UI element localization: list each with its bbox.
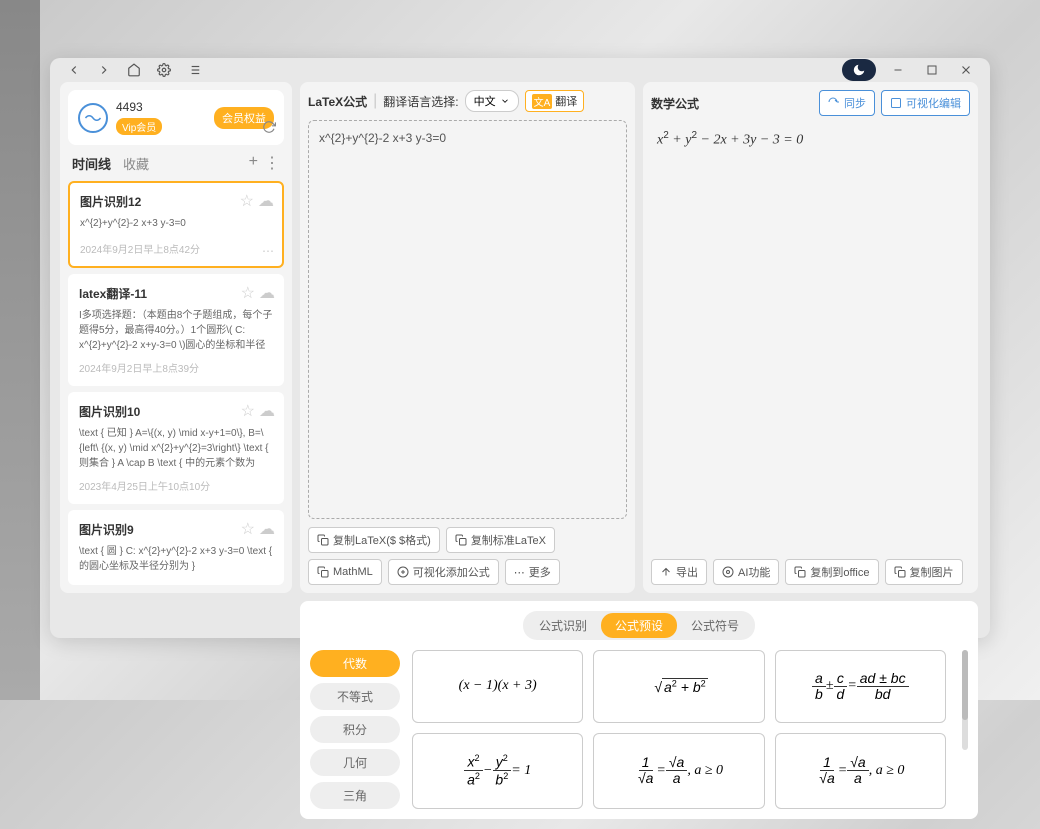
user-card: 4493 Vip会员 会员权益 — [68, 90, 284, 145]
app-window: 4493 Vip会员 会员权益 时间线 收藏 + ⋮ ☆☁ 图片识别12 x^{… — [50, 58, 990, 638]
user-name: 4493 — [116, 100, 162, 114]
refresh-icon[interactable] — [262, 120, 276, 139]
tab-formula-preset[interactable]: 公式预设 — [601, 613, 677, 638]
more-button[interactable]: ⋯ 更多 — [505, 559, 560, 585]
cloud-icon[interactable]: ☁ — [259, 401, 275, 421]
math-title: 数学公式 — [651, 95, 699, 112]
formula-preset[interactable]: x2a2 − y2b2 = 1 — [412, 733, 583, 809]
tab-favorites[interactable]: 收藏 — [123, 154, 149, 173]
close-button[interactable] — [954, 58, 978, 82]
theme-toggle[interactable] — [842, 59, 876, 81]
add-button[interactable]: + — [249, 153, 258, 173]
history-item[interactable]: ☆☁ latex翻译-11 I多项选择题：（本题由8个子题组成，每个子题得5分，… — [68, 274, 284, 386]
history-list: ☆☁ 图片识别12 x^{2}+y^{2}-2 x+3 y-3=0 2024年9… — [68, 181, 284, 585]
nav-forward-button[interactable] — [92, 58, 116, 82]
cloud-icon[interactable]: ☁ — [259, 283, 275, 303]
formula-grid: (x − 1)(x + 3) a2 + b2 ab ± cd = ad ± bc… — [412, 650, 946, 809]
item-more-button[interactable]: ⋯ — [262, 244, 274, 258]
scrollbar[interactable] — [962, 650, 968, 750]
minimize-button[interactable] — [886, 58, 910, 82]
visual-edit-button[interactable]: 可视化编辑 — [881, 90, 970, 116]
preset-panel: 公式识别 公式预设 公式符号 代数 不等式 积分 几何 三角 (x − 1)(x… — [300, 601, 978, 819]
maximize-button[interactable] — [920, 58, 944, 82]
export-button[interactable]: 导出 — [651, 559, 707, 585]
mathml-button[interactable]: MathML — [308, 559, 382, 585]
copy-image-button[interactable]: 复制图片 — [885, 559, 963, 585]
tab-formula-recognition[interactable]: 公式识别 — [525, 613, 601, 638]
titlebar — [50, 58, 990, 82]
formula-preset[interactable]: a2 + b2 — [593, 650, 764, 723]
star-icon[interactable]: ☆ — [240, 191, 254, 211]
visual-add-button[interactable]: 可视化添加公式 — [388, 559, 499, 585]
timeline-header: 时间线 收藏 + ⋮ — [68, 153, 284, 173]
cloud-icon[interactable]: ☁ — [258, 191, 274, 211]
history-item[interactable]: ☆☁ 图片识别10 \text { 已知 } A=\{(x, y) \mid x… — [68, 392, 284, 504]
cat-algebra[interactable]: 代数 — [310, 650, 400, 677]
cat-trig[interactable]: 三角 — [310, 782, 400, 809]
formula-preset[interactable]: 1√a = √aa, a ≥ 0 — [775, 733, 946, 809]
cat-integral[interactable]: 积分 — [310, 716, 400, 743]
sync-button[interactable]: 同步 — [819, 90, 875, 116]
latex-input[interactable]: x^{2}+y^{2}-2 x+3 y-3=0 — [308, 120, 627, 519]
nav-back-button[interactable] — [62, 58, 86, 82]
more-menu-button[interactable]: ⋮ — [264, 153, 280, 173]
cat-inequality[interactable]: 不等式 — [310, 683, 400, 710]
copy-latex-dollar-button[interactable]: 复制LaTeX($ $格式) — [308, 527, 440, 553]
home-button[interactable] — [122, 58, 146, 82]
copy-latex-std-button[interactable]: 复制标准LaTeX — [446, 527, 555, 553]
category-list: 代数 不等式 积分 几何 三角 — [310, 650, 400, 809]
formula-preset[interactable]: ab ± cd = ad ± bcbd — [775, 650, 946, 723]
star-icon[interactable]: ☆ — [241, 401, 255, 421]
language-select[interactable]: 中文 — [465, 90, 519, 112]
translate-button[interactable]: 文A翻译 — [525, 90, 585, 112]
tab-formula-symbol[interactable]: 公式符号 — [677, 613, 753, 638]
copy-office-button[interactable]: 复制到office — [785, 559, 878, 585]
math-panel: 数学公式 同步 可视化编辑 x2 + y2 − 2x + 3y − 3 = 0 … — [643, 82, 978, 593]
sidebar: 4493 Vip会员 会员权益 时间线 收藏 + ⋮ ☆☁ 图片识别12 x^{… — [60, 82, 292, 593]
avatar[interactable] — [78, 103, 108, 133]
history-item[interactable]: ☆☁ 图片识别9 \text { 圆 } C: x^{2}+y^{2}-2 x+… — [68, 510, 284, 585]
list-button[interactable] — [182, 58, 206, 82]
star-icon[interactable]: ☆ — [241, 283, 255, 303]
vip-tag: Vip会员 — [116, 118, 162, 135]
math-preview: x2 + y2 − 2x + 3y − 3 = 0 — [651, 124, 970, 155]
tab-timeline[interactable]: 时间线 — [72, 154, 111, 173]
latex-panel: LaTeX公式 | 翻译语言选择: 中文 文A翻译 x^{2}+y^{2}-2 … — [300, 82, 635, 593]
ai-button[interactable]: AI功能 — [713, 559, 779, 585]
settings-button[interactable] — [152, 58, 176, 82]
history-item[interactable]: ☆☁ 图片识别12 x^{2}+y^{2}-2 x+3 y-3=0 2024年9… — [68, 181, 284, 268]
formula-preset[interactable]: 1√a = √aa, a ≥ 0 — [593, 733, 764, 809]
cloud-icon[interactable]: ☁ — [259, 519, 275, 539]
cat-geometry[interactable]: 几何 — [310, 749, 400, 776]
star-icon[interactable]: ☆ — [241, 519, 255, 539]
formula-preset[interactable]: (x − 1)(x + 3) — [412, 650, 583, 723]
latex-title: LaTeX公式 — [308, 93, 367, 110]
lang-label: 翻译语言选择: — [383, 93, 458, 110]
